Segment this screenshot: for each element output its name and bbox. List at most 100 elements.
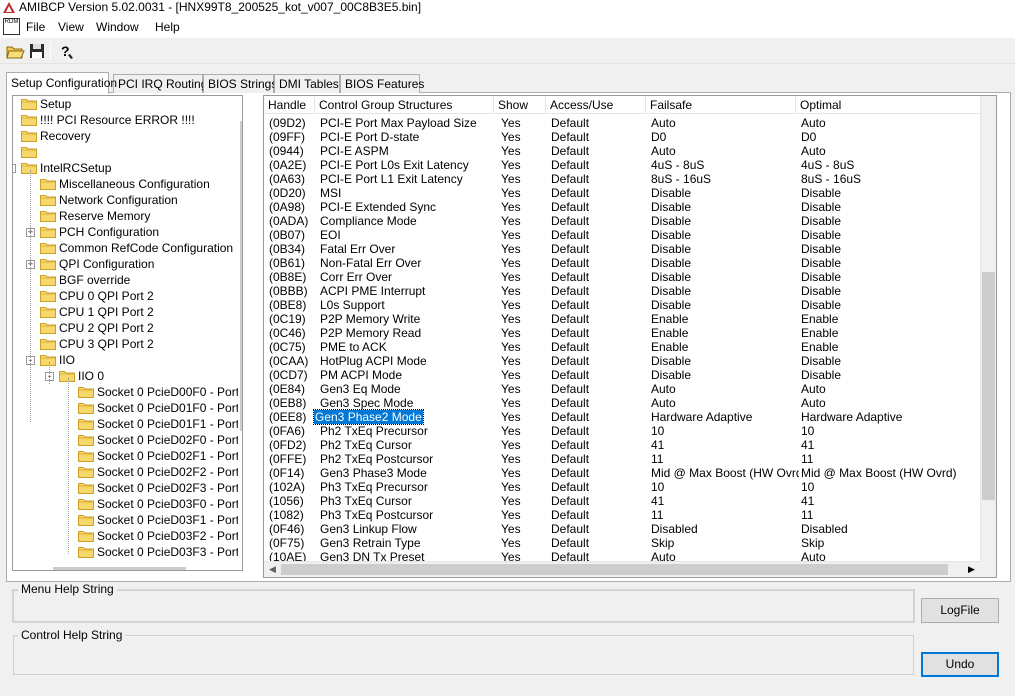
- folder-icon: [40, 195, 56, 206]
- menu-help[interactable]: Help: [155, 20, 180, 34]
- tab-pci-irq-routing[interactable]: PCI IRQ Routing: [113, 74, 207, 93]
- control-grid[interactable]: Handle Control Group Structures Show Acc…: [263, 95, 997, 578]
- table-row[interactable]: (0C75) PME to ACK Yes Default Enable Enable: [264, 340, 980, 354]
- table-row[interactable]: (1082) Ph3 TxEq Postcursor Yes Default 11 11: [264, 508, 980, 522]
- setup-tree[interactable]: Setup !!!! PCI Resource ERROR !!!! Recover…: [12, 95, 243, 571]
- scroll-left-icon[interactable]: ◀: [264, 561, 281, 577]
- table-cell[interactable]: Fatal Err Over: [320, 242, 498, 256]
- table-cell[interactable]: PME to ACK: [320, 340, 498, 354]
- table-cell[interactable]: PCI-E Extended Sync: [320, 200, 498, 214]
- table-row[interactable]: (0B07) EOI Yes Default Disable Disable: [264, 228, 980, 242]
- tab-bios-strings[interactable]: BIOS Strings: [203, 74, 277, 93]
- table-row[interactable]: (0B34) Fatal Err Over Yes Default Disable Dis…: [264, 242, 980, 256]
- col-optimal[interactable]: Optimal: [796, 96, 980, 114]
- table-cell[interactable]: PCI-E Port L0s Exit Latency: [320, 158, 498, 172]
- table-row[interactable]: (0A98) PCI-E Extended Sync Yes Default Disab…: [264, 200, 980, 214]
- tree-horizontal-scroll-thumb[interactable]: [53, 567, 186, 570]
- table-row[interactable]: (0C19) P2P Memory Write Yes Default Enable En…: [264, 312, 980, 326]
- table-cell[interactable]: MSI: [320, 186, 498, 200]
- table-cell[interactable]: Gen3 Retrain Type: [320, 536, 498, 550]
- table-row[interactable]: (0FFE) Ph2 TxEq Postcursor Yes Default 11 11: [264, 452, 980, 466]
- table-row[interactable]: (0D20) MSI Yes Default Disable Disable: [264, 186, 980, 200]
- table-cell[interactable]: L0s Support: [320, 298, 498, 312]
- table-cell[interactable]: Gen3 Eq Mode: [320, 382, 498, 396]
- table-cell: Disable: [801, 242, 842, 256]
- table-cell[interactable]: PCI-E Port L1 Exit Latency: [320, 172, 498, 186]
- table-row[interactable]: (0FA6) Ph2 TxEq Precursor Yes Default 10 10: [264, 424, 980, 438]
- table-row[interactable]: (0B61) Non-Fatal Err Over Yes Default Disabl…: [264, 256, 980, 270]
- table-cell[interactable]: Ph2 TxEq Precursor: [320, 424, 498, 438]
- logfile-button[interactable]: LogFile: [921, 598, 999, 623]
- table-cell: 4uS - 8uS: [801, 158, 855, 172]
- table-row[interactable]: (0BE8) L0s Support Yes Default Disable Disabl…: [264, 298, 980, 312]
- table-row[interactable]: (0EB8) Gen3 Spec Mode Yes Default Auto Auto: [264, 396, 980, 410]
- table-cell[interactable]: HotPlug ACPI Mode: [320, 354, 498, 368]
- open-icon[interactable]: [5, 41, 25, 61]
- table-row[interactable]: (0CD7) PM ACPI Mode Yes Default Disable Disab…: [264, 368, 980, 382]
- help-icon[interactable]: ?: [56, 41, 76, 61]
- table-row[interactable]: (09D2) PCI-E Port Max Payload Size Yes Defa…: [264, 116, 980, 130]
- table-cell[interactable]: Corr Err Over: [320, 270, 498, 284]
- tab-bios-features[interactable]: BIOS Features: [340, 74, 424, 93]
- table-row[interactable]: (0F14) Gen3 Phase3 Mode Yes Default Mid @ Ma…: [264, 466, 980, 480]
- undo-button[interactable]: Undo: [921, 652, 999, 677]
- table-cell[interactable]: Compliance Mode: [320, 214, 498, 228]
- folder-icon: [40, 355, 56, 366]
- table-cell[interactable]: Gen3 Linkup Flow: [320, 522, 498, 536]
- menu-window[interactable]: Window: [96, 20, 139, 34]
- table-row[interactable]: (1056) Ph3 TxEq Cursor Yes Default 41 41: [264, 494, 980, 508]
- table-cell[interactable]: Ph3 TxEq Cursor: [320, 494, 498, 508]
- table-cell: Yes: [501, 396, 521, 410]
- table-row[interactable]: (0FD2) Ph2 TxEq Cursor Yes Default 41 41: [264, 438, 980, 452]
- col-show[interactable]: Show: [494, 96, 546, 114]
- table-cell[interactable]: P2P Memory Read: [320, 326, 498, 340]
- menu-file[interactable]: File: [26, 20, 45, 34]
- tab-setup-configuration[interactable]: Setup Configuration: [6, 72, 117, 94]
- tab-dmi-tables[interactable]: DMI Tables: [274, 74, 340, 93]
- table-row[interactable]: (0944) PCI-E ASPM Yes Default Auto Auto: [264, 144, 980, 158]
- table-row[interactable]: (0F46) Gen3 Linkup Flow Yes Default Disabled…: [264, 522, 980, 536]
- table-cell[interactable]: EOI: [320, 228, 498, 242]
- table-row[interactable]: (0A2E) PCI-E Port L0s Exit Latency Yes Defa…: [264, 158, 980, 172]
- table-cell[interactable]: PM ACPI Mode: [320, 368, 498, 382]
- table-row[interactable]: (0F75) Gen3 Retrain Type Yes Default Skip Ski…: [264, 536, 980, 550]
- table-row[interactable]: (0A63) PCI-E Port L1 Exit Latency Yes Defau…: [264, 172, 980, 186]
- table-cell[interactable]: PCI-E Port Max Payload Size: [320, 116, 498, 130]
- table-cell[interactable]: Gen3 Phase3 Mode: [320, 466, 498, 480]
- document-icon[interactable]: RDM: [3, 18, 20, 35]
- table-row[interactable]: (0BBB) ACPI PME Interrupt Yes Default Disabl…: [264, 284, 980, 298]
- col-control-group[interactable]: Control Group Structures: [315, 96, 494, 114]
- table-row[interactable]: (0EE8) Gen3 Phase2 Mode Yes Default Hardware…: [264, 409, 980, 425]
- table-cell[interactable]: P2P Memory Write: [320, 312, 498, 326]
- table-row[interactable]: (0CAA) HotPlug ACPI Mode Yes Default Disable…: [264, 354, 980, 368]
- col-access-use[interactable]: Access/Use: [546, 96, 646, 114]
- table-row[interactable]: (0C46) P2P Memory Read Yes Default Enable Ena…: [264, 326, 980, 340]
- col-handle[interactable]: Handle: [264, 96, 315, 114]
- menu-view[interactable]: View: [58, 20, 84, 34]
- table-cell: Default: [551, 340, 590, 354]
- table-row[interactable]: (0B8E) Corr Err Over Yes Default Disable Disa…: [264, 270, 980, 284]
- table-cell[interactable]: Ph2 TxEq Cursor: [320, 438, 498, 452]
- table-cell[interactable]: Ph2 TxEq Postcursor: [320, 452, 498, 466]
- grid-vertical-scroll-thumb[interactable]: [982, 272, 995, 500]
- table-row[interactable]: (09FF) PCI-E Port D-state Yes Default D0 D0: [264, 130, 980, 144]
- table-row[interactable]: (0E84) Gen3 Eq Mode Yes Default Auto Auto: [264, 382, 980, 396]
- table-cell[interactable]: ACPI PME Interrupt: [320, 284, 498, 298]
- grid-horizontal-scroll-thumb[interactable]: [281, 564, 948, 575]
- table-cell[interactable]: Gen3 Spec Mode: [320, 396, 498, 410]
- tree-vertical-scroll-thumb[interactable]: [240, 121, 242, 431]
- table-cell[interactable]: Gen3 Phase2 Mode: [313, 409, 424, 425]
- table-cell[interactable]: PCI-E Port D-state: [320, 130, 498, 144]
- table-row[interactable]: (0ADA) Compliance Mode Yes Default Disable Di…: [264, 214, 980, 228]
- table-cell: Default: [551, 382, 590, 396]
- save-icon[interactable]: [27, 41, 47, 61]
- scroll-right-icon[interactable]: ▶: [963, 561, 980, 577]
- table-cell[interactable]: Ph3 TxEq Postcursor: [320, 508, 498, 522]
- table-cell[interactable]: Non-Fatal Err Over: [320, 256, 498, 270]
- table-cell[interactable]: PCI-E ASPM: [320, 144, 498, 158]
- col-failsafe[interactable]: Failsafe: [646, 96, 796, 114]
- table-row[interactable]: (102A) Ph3 TxEq Precursor Yes Default 10 10: [264, 480, 980, 494]
- table-cell[interactable]: Ph3 TxEq Precursor: [320, 480, 498, 494]
- collapse-icon[interactable]: -: [13, 164, 16, 173]
- table-cell: (0CAA): [269, 354, 309, 368]
